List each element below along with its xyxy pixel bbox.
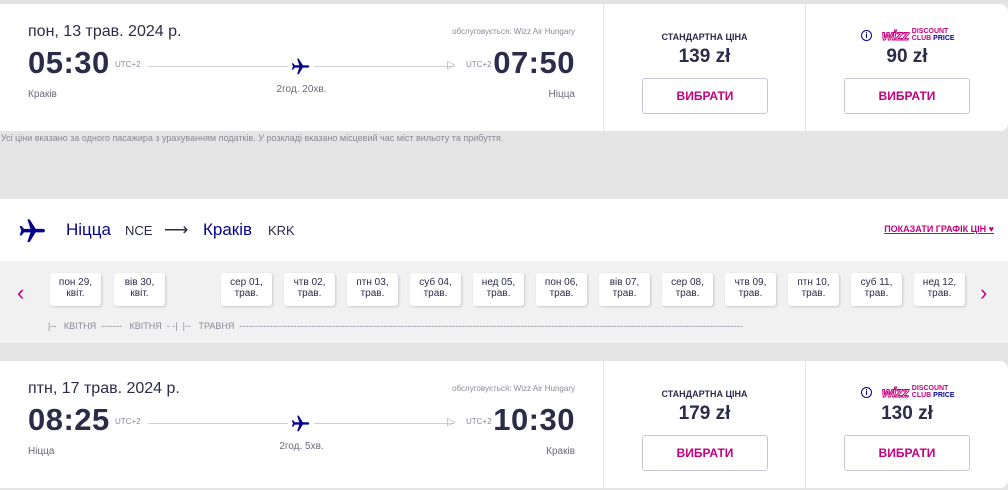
arrival-city: Ніцца: [548, 89, 575, 100]
info-icon[interactable]: i: [861, 29, 872, 41]
select-standard-button[interactable]: ВИБРАТИ: [642, 435, 768, 471]
date-chip[interactable]: сер 01, трав.: [221, 273, 272, 306]
wizz-discount-club-logo: i wizz DISCOUNT CLUB PRICE: [861, 384, 955, 401]
airplane-icon: [19, 219, 45, 242]
date-chip[interactable]: вів 07, трав.: [599, 273, 650, 306]
date-selector: ‹ пон 29, квіт. вів 30, квіт. сер 01, трав.…: [0, 261, 1008, 343]
date-chip[interactable]: чтв 09, трав.: [725, 273, 776, 306]
date-chip[interactable]: пон 29, квіт.: [50, 273, 101, 306]
wizz-logo-text: wizz: [882, 27, 910, 44]
departure-time: 05:30: [28, 45, 110, 80]
flight-info: птн, 17 трав. 2024 р. обслуговується: Wi…: [0, 361, 604, 488]
discount-club-text: DISCOUNT CLUB PRICE: [911, 28, 955, 42]
club-price: 130 zł: [881, 403, 933, 424]
arrival-utc: UTC+2: [466, 417, 492, 426]
flight-date: пон, 13 трав. 2024 р.: [28, 23, 182, 40]
month-indicator: |-- КВІТНЯ ------- КВІТНЯ - -| |-- ТРАВН…: [48, 321, 743, 331]
select-club-button[interactable]: ВИБРАТИ: [844, 435, 970, 471]
route-destination-code: KRK: [268, 223, 295, 238]
departure-city: Ніцца: [28, 446, 55, 457]
operated-by: обслуговується: Wizz Air Hungary: [452, 27, 575, 36]
club-price: 90 zł: [886, 46, 928, 67]
route-destination-city: Краків: [203, 220, 253, 239]
route-line-arrow-icon: ▷: [447, 59, 456, 71]
route-arrow-icon: ⟶: [164, 220, 189, 239]
chevron-right-icon[interactable]: ›: [980, 280, 987, 306]
operated-by: обслуговується: Wizz Air Hungary: [452, 384, 575, 393]
price-disclaimer: Усі ціни вказано за одного пасажира з ур…: [1, 133, 504, 143]
departure-utc: UTC+2: [115, 417, 141, 426]
standard-price: 139 zł: [678, 46, 731, 67]
club-price-panel: i wizz DISCOUNT CLUB PRICE 90 zł ВИБРАТИ: [806, 4, 1008, 131]
date-chip[interactable]: нед 05, трав.: [473, 273, 524, 306]
route-line-arrow-icon: ▷: [447, 416, 456, 428]
date-chip[interactable]: нед 12, трав.: [914, 273, 965, 306]
show-price-chart-link[interactable]: ПОКАЗАТИ ГРАФІК ЦІН ♥: [884, 224, 994, 234]
date-chip[interactable]: птн 10, трав.: [788, 273, 839, 306]
arrival-time: 07:50: [493, 45, 575, 80]
flight-card-return: птн, 17 трав. 2024 р. обслуговується: Wi…: [0, 361, 1008, 488]
wizz-discount-club-logo: i wizz DISCOUNT CLUB PRICE: [861, 27, 955, 44]
arrival-city: Краків: [546, 446, 575, 457]
standard-price-panel: СТАНДАРТНА ЦІНА 139 zł ВИБРАТИ: [604, 4, 806, 131]
arrival-time: 10:30: [493, 402, 575, 437]
club-price-panel: i wizz DISCOUNT CLUB PRICE 130 zł ВИБРАТ…: [806, 361, 1008, 488]
flight-duration: 2год. 5хв.: [279, 441, 324, 452]
date-chip[interactable]: сер 08, трав.: [662, 273, 713, 306]
info-icon[interactable]: i: [861, 386, 872, 398]
standard-price-label: СТАНДАРТНА ЦІНА: [661, 389, 748, 399]
date-chip[interactable]: суб 11, трав.: [851, 273, 902, 306]
wizz-logo-text: wizz: [882, 384, 910, 401]
departure-time: 08:25: [28, 402, 110, 437]
route-origin-code: NCE: [125, 223, 153, 238]
airplane-icon: [288, 411, 314, 435]
date-chip[interactable]: суб 04, трав.: [410, 273, 461, 306]
standard-price: 179 zł: [678, 403, 731, 424]
flight-card-outbound: пон, 13 трав. 2024 р. обслуговується: Wi…: [0, 4, 1008, 131]
departure-utc: UTC+2: [115, 60, 141, 69]
standard-price-panel: СТАНДАРТНА ЦІНА 179 zł ВИБРАТИ: [604, 361, 806, 488]
date-chip[interactable]: пон 06, трав.: [536, 273, 587, 306]
flight-date: птн, 17 трав. 2024 р.: [28, 380, 180, 397]
airplane-icon: [288, 54, 314, 78]
chevron-left-icon[interactable]: ‹: [17, 280, 24, 306]
date-chip[interactable]: чтв 02, трав.: [284, 273, 335, 306]
date-chip[interactable]: вів 30, квіт.: [114, 273, 165, 306]
route-origin-city: Ніцца: [66, 220, 111, 239]
select-club-button[interactable]: ВИБРАТИ: [844, 78, 970, 114]
select-standard-button[interactable]: ВИБРАТИ: [642, 78, 768, 114]
flight-duration: 2год. 20хв.: [276, 84, 327, 95]
flight-info: пон, 13 трав. 2024 р. обслуговується: Wi…: [0, 4, 604, 131]
departure-city: Краків: [28, 89, 57, 100]
discount-club-text: DISCOUNT CLUB PRICE: [911, 385, 955, 399]
standard-price-label: СТАНДАРТНА ЦІНА: [661, 32, 748, 42]
date-chip[interactable]: птн 03, трав.: [347, 273, 398, 306]
route-header: Ніцца NCE ⟶ Краків KRK ПОКАЗАТИ ГРАФІК Ц…: [0, 199, 1008, 261]
arrival-utc: UTC+2: [466, 60, 492, 69]
